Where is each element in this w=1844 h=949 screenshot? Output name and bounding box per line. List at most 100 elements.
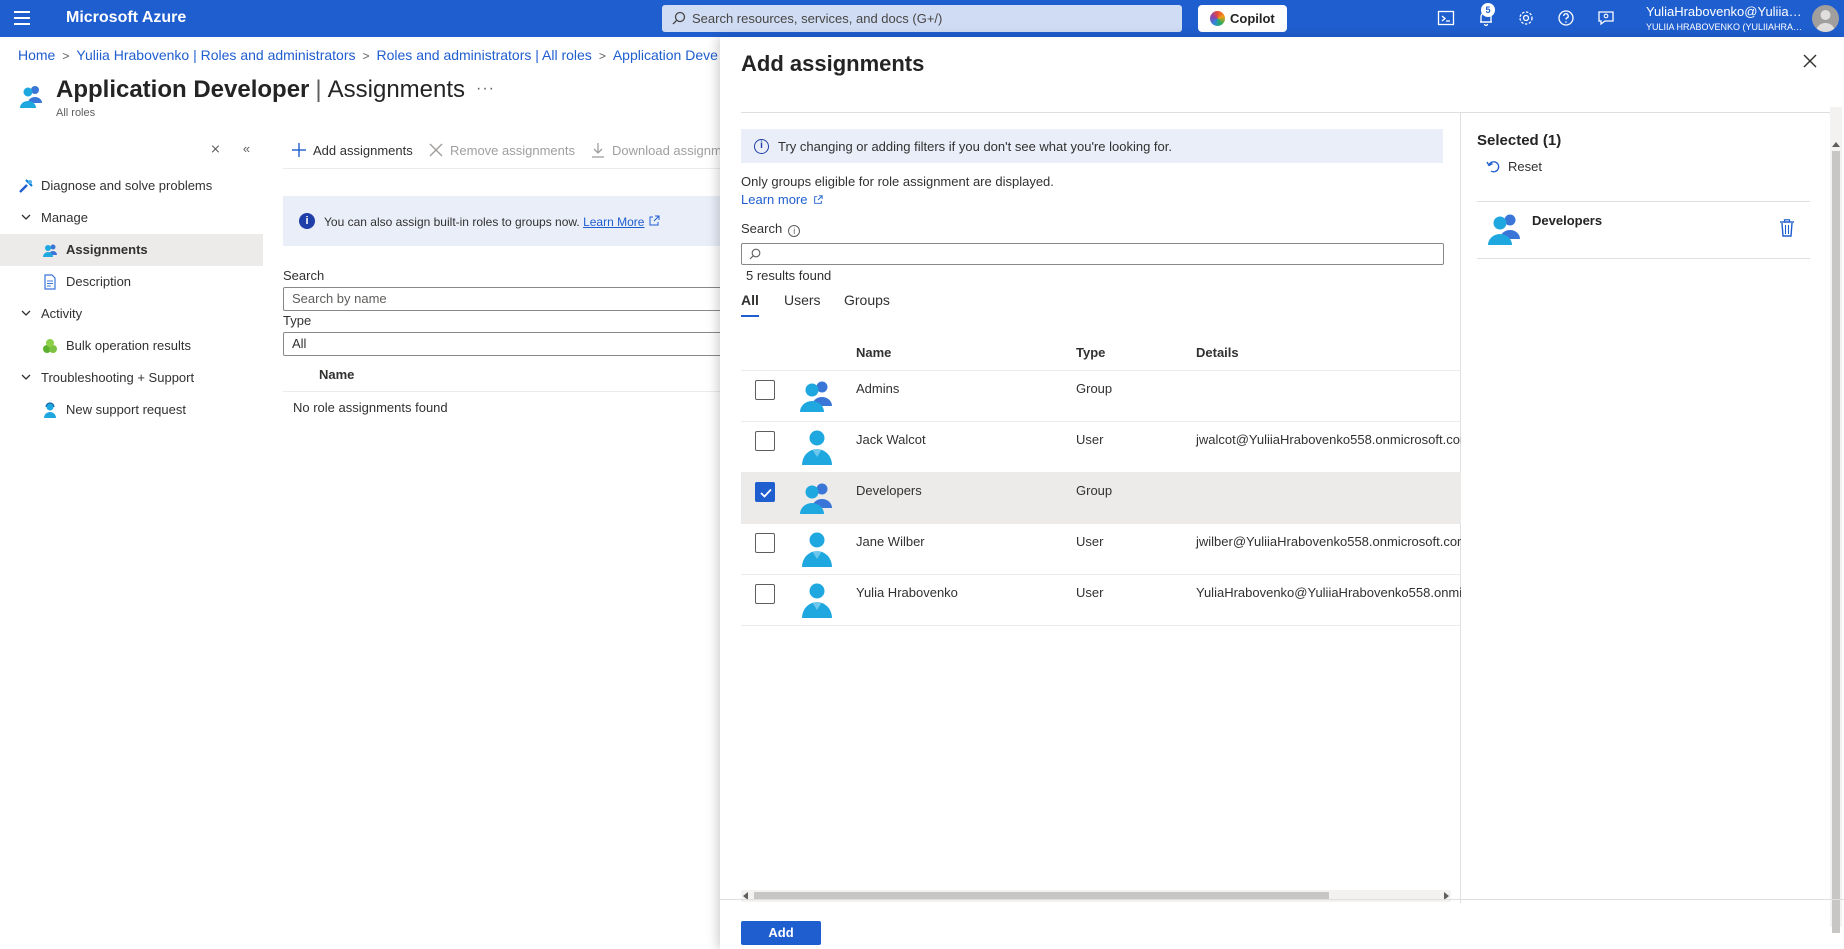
user-icon bbox=[802, 583, 832, 618]
breadcrumb-all-roles[interactable]: Roles and administrators | All roles bbox=[377, 47, 592, 63]
results-grid: Name Type Details Admins Group Jack Walcot… bbox=[741, 333, 1461, 626]
panel-search-label: Search i bbox=[741, 221, 801, 237]
close-icon[interactable] bbox=[1802, 53, 1818, 69]
horizontal-scrollbar[interactable] bbox=[741, 890, 1451, 902]
scroll-up-arrow[interactable] bbox=[1832, 142, 1840, 147]
feedback-icon[interactable] bbox=[1597, 9, 1615, 27]
add-assignments-button[interactable]: Add assignments bbox=[291, 142, 413, 158]
copilot-button[interactable]: Copilot bbox=[1198, 5, 1287, 32]
row-checkbox[interactable] bbox=[755, 431, 775, 451]
more-options-button[interactable]: ··· bbox=[476, 80, 495, 98]
filter-info-banner: i Try changing or adding filters if you … bbox=[741, 129, 1443, 163]
info-icon: i bbox=[299, 213, 315, 229]
tab-users[interactable]: Users bbox=[784, 292, 821, 308]
column-header-type[interactable]: Type bbox=[1076, 345, 1105, 360]
column-header-name[interactable]: Name bbox=[319, 367, 354, 382]
nav-item-bulk-operation-results[interactable]: Bulk operation results bbox=[0, 330, 263, 362]
row-checkbox[interactable] bbox=[755, 584, 775, 604]
nav-group-troubleshooting[interactable]: Troubleshooting + Support bbox=[0, 362, 263, 394]
row-checkbox[interactable] bbox=[755, 533, 775, 553]
row-checkbox[interactable] bbox=[755, 482, 775, 502]
group-icon bbox=[800, 483, 832, 514]
vertical-scrollbar[interactable] bbox=[1830, 107, 1842, 933]
account-name[interactable]: YuliaHrabovenko@YuliiaHrabovenko558.onmi… bbox=[1646, 4, 1804, 19]
breadcrumb-application-developer[interactable]: Application Developer bbox=[613, 47, 718, 63]
user-icon bbox=[802, 430, 832, 465]
group-icon bbox=[1488, 214, 1520, 245]
divider bbox=[720, 899, 1844, 900]
table-row[interactable]: Developers Group bbox=[741, 473, 1461, 524]
chevron-down-icon bbox=[21, 374, 31, 380]
settings-gear-icon[interactable] bbox=[1517, 9, 1535, 27]
table-row[interactable]: Jack Walcot User jwalcot@YuliiaHrabovenko5… bbox=[741, 422, 1461, 473]
nav-label: Assignments bbox=[66, 242, 148, 257]
nav-group-activity[interactable]: Activity bbox=[0, 298, 263, 330]
remove-assignments-label: Remove assignments bbox=[450, 143, 575, 158]
delete-trash-icon[interactable] bbox=[1779, 219, 1795, 237]
row-name: Jane Wilber bbox=[856, 534, 925, 549]
filter-info-text: Try changing or adding filters if you do… bbox=[778, 139, 1172, 154]
divider bbox=[283, 168, 723, 169]
panel-search-input[interactable] bbox=[741, 243, 1444, 265]
nav-group-manage[interactable]: Manage bbox=[0, 202, 263, 234]
table-row[interactable]: Admins Group bbox=[741, 371, 1461, 422]
nav-item-description[interactable]: Description bbox=[0, 266, 263, 298]
breadcrumb-tenant-roles[interactable]: Yuliia Hrabovenko | Roles and administra… bbox=[76, 47, 355, 63]
avatar[interactable] bbox=[1812, 5, 1839, 32]
row-checkbox[interactable] bbox=[755, 380, 775, 400]
notification-count-badge: 5 bbox=[1481, 3, 1495, 17]
info-learn-more-link[interactable]: Learn More bbox=[583, 215, 644, 229]
selected-count-title: Selected (1) bbox=[1477, 132, 1562, 149]
tab-groups[interactable]: Groups bbox=[844, 292, 890, 308]
copilot-icon bbox=[1210, 11, 1225, 26]
add-assignments-label: Add assignments bbox=[313, 143, 413, 158]
portal-brand[interactable]: Microsoft Azure bbox=[66, 9, 186, 27]
chevron-down-icon bbox=[21, 310, 31, 316]
collapse-all-icon[interactable]: ⨯ bbox=[210, 141, 221, 157]
hide-menu-icon[interactable]: « bbox=[243, 141, 250, 156]
type-dropdown[interactable]: All bbox=[283, 332, 723, 356]
page-title-main: Application Developer bbox=[56, 76, 310, 103]
nav-item-assignments[interactable]: Assignments bbox=[0, 234, 263, 266]
help-icon[interactable] bbox=[1557, 9, 1575, 27]
scrollbar-thumb[interactable] bbox=[1832, 151, 1840, 933]
user-icon bbox=[802, 532, 832, 567]
reset-button[interactable]: Reset bbox=[1486, 159, 1542, 174]
download-icon bbox=[592, 143, 604, 158]
row-name: Jack Walcot bbox=[856, 432, 926, 447]
panel-title: Add assignments bbox=[741, 51, 925, 76]
remove-assignments-button[interactable]: Remove assignments bbox=[428, 142, 575, 158]
chevron-down-icon bbox=[21, 214, 31, 220]
search-icon bbox=[672, 11, 686, 25]
nav-item-new-support-request[interactable]: New support request bbox=[0, 394, 263, 426]
info-tooltip-icon[interactable]: i bbox=[788, 225, 801, 237]
breadcrumb-home[interactable]: Home bbox=[18, 47, 55, 63]
info-banner-message: You can also assign built-in roles to gr… bbox=[324, 215, 580, 229]
account-tenant[interactable]: YULIIA HRABOVENKO (YULIIAHRABOVENKO558.O… bbox=[1646, 22, 1804, 32]
global-search-input[interactable]: Search resources, services, and docs (G+… bbox=[662, 5, 1182, 32]
table-row[interactable]: Jane Wilber User jwilber@YuliiaHrabovenko5… bbox=[741, 524, 1461, 575]
row-name: Developers bbox=[856, 483, 922, 498]
add-button[interactable]: Add bbox=[741, 921, 821, 945]
divider bbox=[1477, 258, 1810, 259]
row-details: jwilber@YuliiaHrabovenko558.onmicrosoft.… bbox=[1196, 534, 1461, 549]
panel-search-label-text: Search bbox=[741, 221, 783, 236]
nav-label: Manage bbox=[41, 210, 88, 225]
cloud-shell-icon[interactable] bbox=[1437, 9, 1455, 27]
divider bbox=[741, 112, 1831, 113]
table-row[interactable]: Yulia Hrabovenko User YuliaHrabovenko@Yuli… bbox=[741, 575, 1461, 626]
column-header-details[interactable]: Details bbox=[1196, 345, 1239, 360]
learn-more-link[interactable]: Learn more bbox=[741, 192, 824, 207]
tab-all[interactable]: All bbox=[741, 292, 759, 317]
row-details: jwalcot@YuliiaHrabovenko558.onmicrosoft.… bbox=[1196, 432, 1461, 447]
learn-more-label: Learn more bbox=[741, 192, 808, 207]
global-search-placeholder: Search resources, services, and docs (G+… bbox=[692, 11, 943, 26]
column-header-name[interactable]: Name bbox=[856, 345, 891, 360]
eligibility-note: Only groups eligible for role assignment… bbox=[741, 174, 1054, 189]
page-title-section: Assignments bbox=[327, 76, 466, 103]
breadcrumb-separator: > bbox=[62, 49, 70, 63]
hamburger-menu-icon[interactable] bbox=[14, 11, 30, 25]
search-by-name-input[interactable]: Search by name bbox=[283, 287, 723, 311]
row-type: User bbox=[1076, 585, 1104, 600]
nav-item-diagnose[interactable]: Diagnose and solve problems bbox=[0, 170, 263, 202]
